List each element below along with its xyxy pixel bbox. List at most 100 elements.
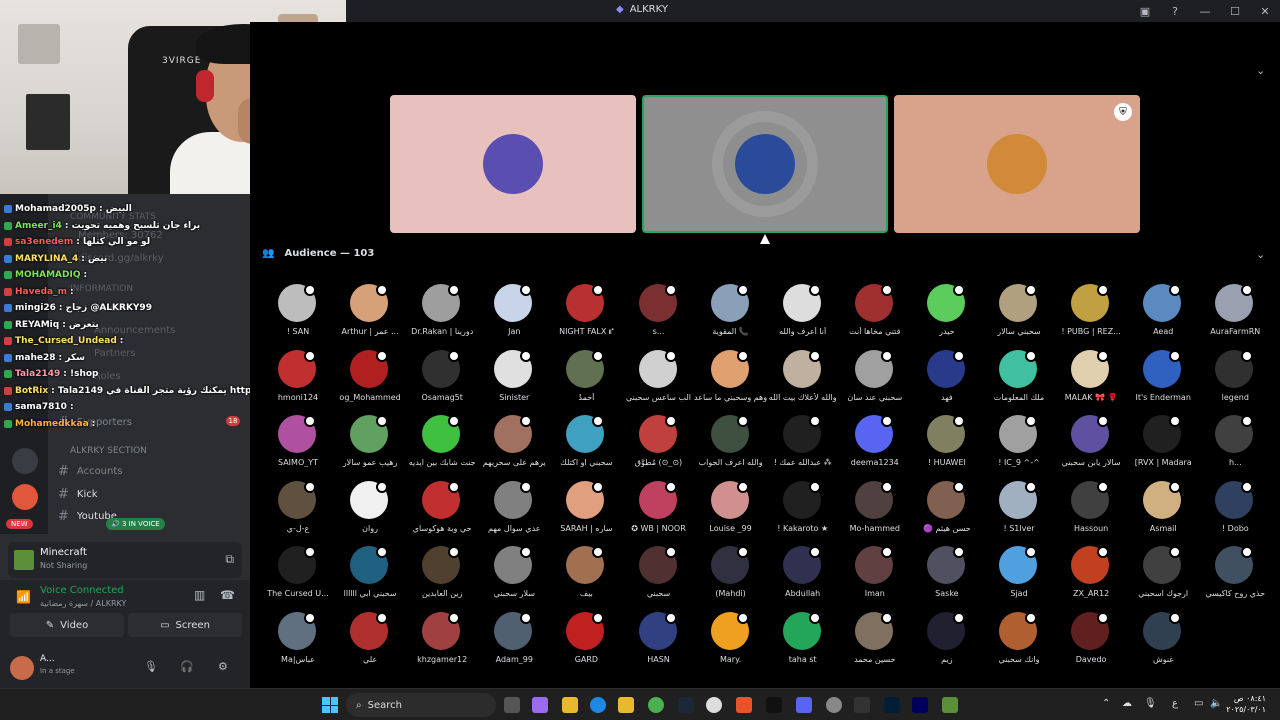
audience-member[interactable]: [RVX | Madara [1127,411,1199,473]
microphone-icon[interactable]: 🎙 [144,660,158,673]
audience-member[interactable]: The Cursed U... [262,542,334,604]
headphones-icon[interactable]: 🎧 [180,660,194,673]
edge-icon[interactable] [590,697,606,713]
audience-member[interactable]: Arthur | عمر ... [334,280,406,342]
audience-member[interactable]: علي [334,608,406,670]
audience-member[interactable]: يرهم على سحريهم [478,411,550,473]
photoshop-icon[interactable] [884,697,900,713]
audience-member[interactable]: taha st [767,608,839,670]
tray-chevron-icon[interactable]: ⌃ [1102,698,1110,709]
audience-member[interactable]: HASN [623,608,695,670]
noise-suppression-icon[interactable]: ▥ [194,588,205,602]
audience-member[interactable]: والله اعرف الجواب [695,411,767,473]
store-icon[interactable] [618,697,634,713]
audience-member[interactable]: Louise _99 [695,477,767,539]
audience-member[interactable]: سحبني عند سان [839,346,911,408]
audience-member[interactable]: NIGHT FALX ⑈ [550,280,622,342]
audience-member[interactable]: Iman [839,542,911,604]
channel-announcements[interactable]: Announcements [94,325,175,336]
audience-member[interactable]: AuraFarmRN [1199,280,1271,342]
audience-member[interactable]: وهم وسحبني ما ساعد [694,346,767,408]
volume-icon[interactable]: 🔈 [1210,698,1222,709]
audience-member[interactable]: Davedo [1055,608,1127,670]
disconnect-icon[interactable]: ☎ [220,588,235,602]
audience-member[interactable]: ! Kakaroto ★ [767,477,839,539]
audience-member[interactable]: زيم [911,608,983,670]
channel-accounts[interactable]: # Accounts [58,464,123,479]
in-voice-pill[interactable]: 🔊 3 IN VOICE [106,518,165,530]
audience-member[interactable]: Sjad [983,542,1055,604]
settings-icon[interactable] [706,697,722,713]
audience-member[interactable]: khzgamer12 [406,608,478,670]
audience-member[interactable]: سحبني سالار [983,280,1055,342]
audience-member[interactable]: Hassoun [1055,477,1127,539]
brave-icon[interactable] [736,697,752,713]
audience-member[interactable]: سحبني ابي اااااا [334,542,406,604]
audience-member[interactable]: فتني مخاها أنت [839,280,911,342]
obs-icon[interactable] [826,697,842,713]
steam-icon[interactable] [678,697,694,713]
premiere-icon[interactable] [912,697,928,713]
file-explorer-icon[interactable] [562,697,578,713]
voice-channel[interactable]: سهرة رمضانية / ALKRKY [40,599,126,608]
task-view-icon[interactable] [504,697,520,713]
audience-member[interactable]: Mary. [695,608,767,670]
chrome-icon[interactable] [648,697,664,713]
avatar[interactable] [10,656,34,680]
audience-member[interactable]: حي وبة هوكوساي [406,477,478,539]
capcut-icon[interactable] [766,697,782,713]
taskbar-search[interactable]: ⌕ Search [346,693,496,717]
audience-member[interactable]: Jan [478,280,550,342]
audience-member[interactable]: MALAK 🎀 🌹 [1055,346,1127,408]
audience-member[interactable]: Sinister [478,346,550,408]
audience-member[interactable]: فهد [911,346,983,408]
audience-member[interactable]: Abdullah [767,542,839,604]
audience-member[interactable]: حيدر [911,280,983,342]
video-button[interactable]: ✎ Video [10,613,124,637]
audience-member[interactable]: ! PUBG | REZ... [1055,280,1127,342]
audience-member[interactable]: وانك سحبني [983,608,1055,670]
inbox-icon[interactable]: ▣ [1130,0,1160,22]
audience-member[interactable]: ! Dobo [1199,477,1271,539]
minimize-button[interactable]: — [1190,0,1220,22]
audience-member[interactable]: ! HUAWEI [911,411,983,473]
network-icon[interactable]: ▭ [1194,698,1203,709]
audience-member[interactable]: ! S1lver [983,477,1055,539]
audience-member[interactable]: رهيب عمو سالار [334,411,406,473]
app-icon[interactable] [854,697,870,713]
audience-member[interactable]: s... [623,280,695,342]
audience-member[interactable]: Saske [911,542,983,604]
audience-member[interactable]: ! SAN [262,280,334,342]
audience-member[interactable]: بيف [550,542,622,604]
chevron-down-icon[interactable]: ⌄ [1256,64,1265,77]
audience-member[interactable]: ! IC_9 ^-^ [983,411,1055,473]
server-icon[interactable] [12,448,38,474]
mic-tray-icon[interactable]: 🎙 [1144,698,1157,709]
username[interactable]: A... [40,654,55,664]
audience-member[interactable]: حسين محمد [839,608,911,670]
audience-member[interactable]: Osamag5t [406,346,478,408]
speaker-card[interactable]: ⛨ [894,95,1140,233]
cloud-icon[interactable]: ☁ [1122,698,1132,709]
audience-member[interactable]: GARD [550,608,622,670]
audience-member[interactable]: والله لأعلاك بيت الله [767,346,839,408]
audience-member[interactable]: deema1234 [839,411,911,473]
audience-member[interactable]: جنت شابك بين ايديه [406,411,478,473]
audience-member[interactable]: أحمدُ [550,346,622,408]
audience-member[interactable]: سالار يابن سحبني [1055,411,1127,473]
speaker-card[interactable] [390,95,636,233]
taskbar-clock[interactable]: ٠٨:٤١ ص ٢٠٢٥/٠٣/٠١ [1226,693,1266,715]
help-icon[interactable]: ? [1160,0,1190,22]
audience-member[interactable]: Adam_99 [478,608,550,670]
audience-member[interactable]: legend [1199,346,1271,408]
channel-kick[interactable]: # Kick [58,487,98,502]
close-button[interactable]: ✕ [1250,0,1280,22]
audience-member[interactable]: ! عبدالله عمك ⁂ [767,411,839,473]
audience-member[interactable]: 🟣 حسن هيثم [911,477,983,539]
audience-member[interactable]: Asmail [1127,477,1199,539]
windows-start-icon[interactable] [322,697,338,713]
audience-member[interactable]: hmoni124 [262,346,334,408]
minecraft-taskbar-icon[interactable] [942,697,958,713]
copilot-icon[interactable] [532,697,548,713]
audience-member[interactable]: الب ساعس سحبني [623,346,695,408]
